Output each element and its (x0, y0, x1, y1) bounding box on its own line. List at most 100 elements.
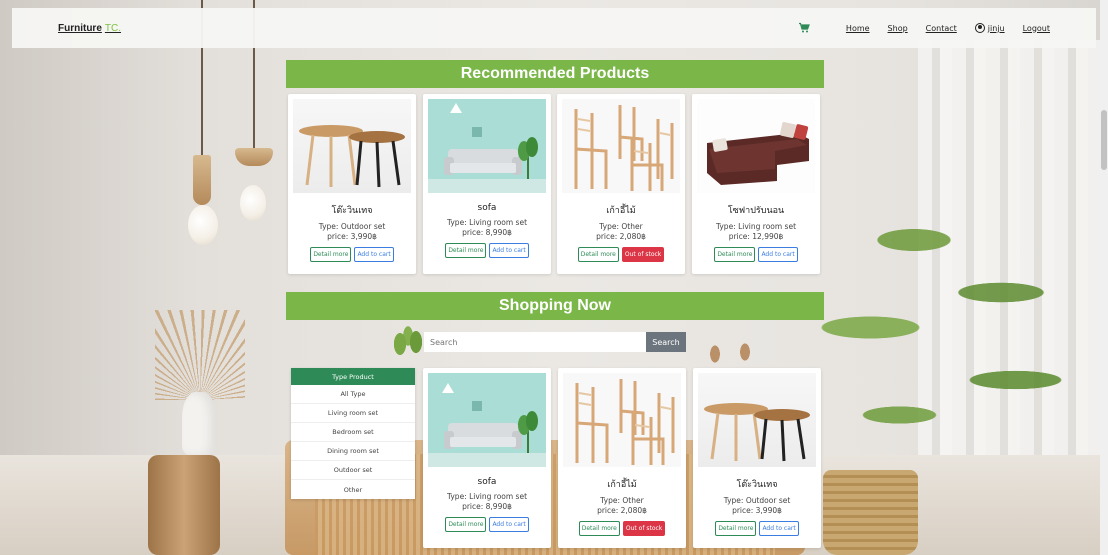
product-actions: Detail more Add to cart (714, 247, 798, 262)
product-price: price: 2,080฿ (597, 506, 647, 515)
product-type: Type: Living room set (715, 222, 797, 231)
product-price: price: 12,990฿ (728, 232, 784, 241)
brand-logo-link[interactable]: Furniture TC. (58, 23, 121, 34)
search-button[interactable]: Search (646, 332, 686, 352)
product-meta: Type: Outdoor set price: 3,990฿ (319, 222, 386, 242)
chair-image (563, 373, 681, 467)
cart-icon[interactable] (798, 22, 810, 34)
shop-card: โต๊ะวินเทจ Type: Outdoor set price: 3,99… (693, 368, 821, 548)
detail-more-button[interactable]: Detail more (577, 247, 619, 262)
product-name: sofa (477, 203, 497, 213)
filter-option-dining-room[interactable]: Dining room set (291, 442, 415, 461)
recommended-header: Recommended Products (286, 60, 824, 88)
chairs-illustration (575, 379, 675, 465)
table-illustration (299, 125, 405, 188)
add-to-cart-button[interactable]: Add to cart (489, 517, 529, 532)
nav-contact-link[interactable]: Contact (926, 24, 957, 33)
recommended-card: โต๊ะวินเทจ Type: Outdoor set price: 3,99… (288, 94, 416, 274)
product-price: price: 8,990฿ (462, 502, 512, 511)
product-actions: Detail more Out of stock (577, 247, 665, 262)
scrollbar-thumb[interactable] (1101, 110, 1107, 170)
product-meta: Type: Outdoor set price: 3,990฿ (724, 496, 791, 516)
nav-home-link[interactable]: Home (846, 24, 870, 33)
search-input[interactable] (424, 332, 646, 352)
sofa-illustration (428, 103, 546, 193)
product-actions: Detail more Add to cart (310, 247, 394, 262)
recommended-card: เก้าอี้ไม้ Type: Other price: 2,080฿ Det… (557, 94, 685, 274)
product-type: Type: Outdoor set (723, 496, 791, 505)
add-to-cart-button[interactable]: Add to cart (759, 521, 799, 536)
stool-decoration (148, 455, 220, 555)
product-type: Type: Other (599, 222, 643, 231)
type-filter: Type Product All Type Living room set Be… (291, 368, 415, 499)
filter-option-other[interactable]: Other (291, 480, 415, 499)
user-icon (974, 23, 985, 33)
detail-more-button[interactable]: Detail more (714, 247, 756, 262)
page-scrollbar[interactable] (1100, 0, 1108, 555)
basket-decoration (823, 470, 918, 555)
product-actions: Detail more Add to cart (715, 521, 799, 536)
filter-option-outdoor[interactable]: Outdoor set (291, 461, 415, 480)
product-name: เก้าอี้ไม้ (607, 480, 637, 490)
navbar: Furniture TC. Home Shop Contact jinju Log… (12, 8, 1096, 48)
product-type: Type: Living room set (446, 492, 528, 501)
add-to-cart-button[interactable]: Add to cart (758, 247, 798, 262)
table-illustration (704, 403, 810, 462)
out-of-stock-button[interactable]: Out of stock (621, 247, 665, 262)
product-type: Type: Outdoor set (318, 222, 386, 231)
user-profile-link[interactable]: jinju (974, 23, 1005, 33)
sectional-illustration (707, 122, 809, 185)
recommended-card: sofa Type: Living room set price: 8,990฿… (423, 94, 551, 274)
lamp-bulb (240, 185, 266, 221)
out-of-stock-button[interactable]: Out of stock (622, 521, 666, 536)
product-actions: Detail more Out of stock (578, 521, 666, 536)
detail-more-button[interactable]: Detail more (310, 247, 352, 262)
product-type: Type: Living room set (446, 218, 528, 227)
filter-option-living-room[interactable]: Living room set (291, 404, 415, 423)
product-price: price: 3,990฿ (732, 506, 782, 515)
filter-option-bedroom[interactable]: Bedroom set (291, 423, 415, 442)
nav-shop-link[interactable]: Shop (888, 24, 908, 33)
filter-option-all-type[interactable]: All Type (291, 385, 415, 404)
recommended-card: โซฟาปรับนอน Type: Living room set price:… (692, 94, 820, 274)
small-plant-decoration (388, 320, 428, 360)
chair-image (562, 99, 680, 193)
lamp-bulb (188, 205, 218, 245)
product-actions: Detail more Add to cart (445, 243, 529, 258)
vase-decoration (182, 392, 216, 456)
lamp-shade (235, 148, 273, 166)
shopping-now-header: Shopping Now (286, 292, 824, 320)
search-bar: Search (424, 332, 686, 352)
product-name: โต๊ะวินเทจ (331, 206, 373, 216)
dried-grass-decoration (155, 310, 245, 400)
product-price: price: 2,080฿ (596, 232, 646, 241)
product-meta: Type: Other price: 2,080฿ (597, 496, 647, 516)
bird-figurines-decoration (700, 330, 760, 370)
detail-more-button[interactable]: Detail more (715, 521, 757, 536)
sofa-image (428, 373, 546, 467)
product-name: โต๊ะวินเทจ (736, 480, 778, 490)
chairs-illustration (574, 105, 674, 191)
product-meta: Type: Living room set price: 8,990฿ (447, 492, 527, 512)
product-name: เก้าอี้ไม้ (606, 206, 636, 216)
brand-name: Furniture (58, 22, 102, 34)
palm-plant-decoration (798, 170, 1088, 520)
product-meta: Type: Other price: 2,080฿ (596, 222, 646, 242)
detail-more-button[interactable]: Detail more (578, 521, 620, 536)
detail-more-button[interactable]: Detail more (445, 517, 487, 532)
table-image (698, 373, 816, 467)
table-image (293, 99, 411, 193)
add-to-cart-button[interactable]: Add to cart (489, 243, 529, 258)
product-actions: Detail more Add to cart (445, 517, 529, 532)
type-filter-header: Type Product (291, 368, 415, 385)
product-type: Type: Other (600, 496, 644, 505)
sectional-sofa-image (697, 99, 815, 193)
add-to-cart-button[interactable]: Add to cart (354, 247, 394, 262)
product-meta: Type: Living room set price: 12,990฿ (716, 222, 796, 242)
shop-card: เก้าอี้ไม้ Type: Other price: 2,080฿ Det… (558, 368, 686, 548)
nav-links: Home Shop Contact jinju Logout (798, 22, 1050, 34)
detail-more-button[interactable]: Detail more (445, 243, 487, 258)
sofa-image (428, 99, 546, 193)
username: jinju (987, 23, 1005, 33)
logout-link[interactable]: Logout (1023, 24, 1050, 33)
